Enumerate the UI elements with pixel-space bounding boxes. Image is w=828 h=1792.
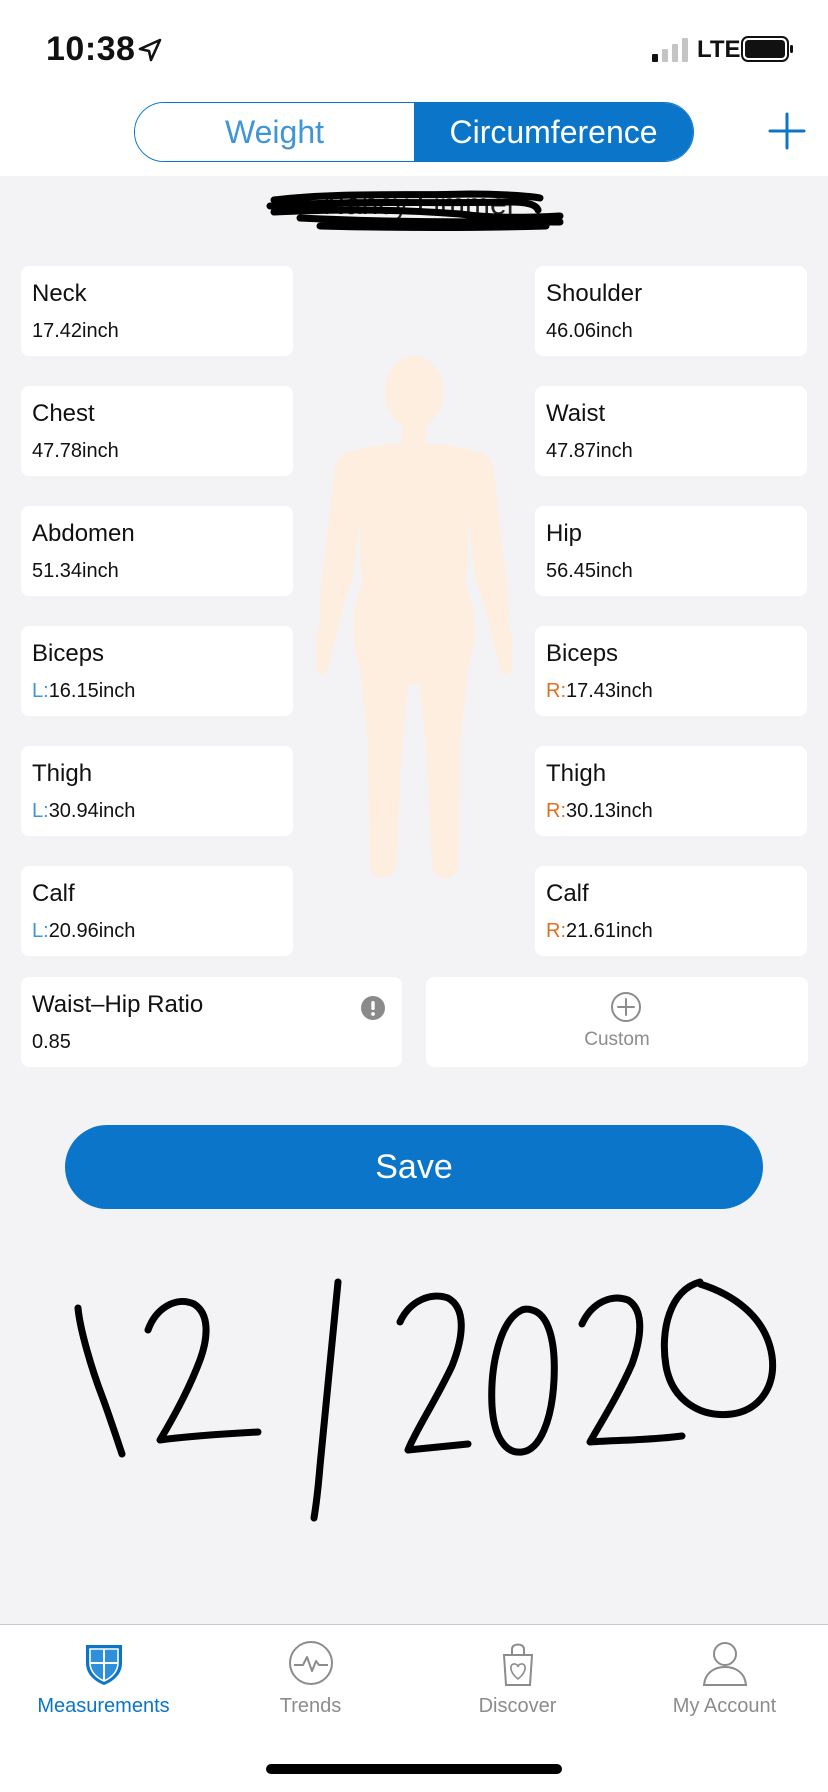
calf-right-value: R:21.61inch [546,920,653,943]
card-thigh-right[interactable]: Thigh R:30.13inch [535,746,807,836]
location-arrow-icon [138,38,162,62]
signal-bars-icon [652,38,688,62]
status-bar: 10:38 LTE [0,0,828,100]
biceps-left-number: 16.15inch [48,680,136,702]
custom-label: Custom [584,1029,650,1050]
card-biceps-left[interactable]: Biceps L:16.15inch [21,626,293,716]
waist-hip-ratio-label: Waist–Hip Ratio [32,991,204,1018]
info-icon[interactable] [360,995,386,1021]
tab-my-account[interactable]: My Account [621,1639,828,1718]
tab-measurements-label: Measurements [37,1695,170,1717]
biceps-left-label: Biceps [32,640,105,667]
custom-button[interactable]: Custom [426,977,808,1067]
left-prefix: L: [32,680,49,702]
thigh-left-value: L:30.94inch [32,800,135,823]
tab-trends-label: Trends [279,1695,342,1717]
left-prefix: L: [32,920,49,942]
profile-name-area: Nancy Limmer [260,188,580,238]
tab-circumference[interactable]: Circumference [414,103,693,161]
tab-discover[interactable]: Discover [414,1639,621,1718]
card-calf-left[interactable]: Calf L:20.96inch [21,866,293,956]
card-chest[interactable]: Chest 47.78inch [21,386,293,476]
biceps-left-value: L:16.15inch [32,680,135,703]
thigh-left-number: 30.94inch [48,800,136,822]
shield-icon [85,1645,122,1685]
chest-value: 47.78inch [32,440,119,462]
thigh-right-label: Thigh [546,760,607,787]
neck-label: Neck [32,280,87,307]
user-icon [702,1642,747,1686]
home-indicator [266,1764,562,1774]
status-time: 10:38 [46,30,136,68]
tab-weight[interactable]: Weight [135,103,414,161]
waist-value: 47.87inch [546,440,633,462]
thigh-left-label: Thigh [32,760,93,787]
card-shoulder[interactable]: Shoulder 46.06inch [535,266,807,356]
calf-left-number: 20.96inch [48,920,136,942]
card-biceps-right[interactable]: Biceps R:17.43inch [535,626,807,716]
left-prefix: L: [32,800,49,822]
card-neck[interactable]: Neck 17.42inch [21,266,293,356]
handwritten-date [74,1278,777,1522]
calf-left-label: Calf [32,880,75,907]
body-silhouette-icon [316,356,512,878]
shopping-bag-icon [502,1643,533,1686]
tab-trends[interactable]: Trends [207,1639,414,1718]
plus-circle-icon [611,992,641,1022]
hip-label: Hip [546,520,583,547]
abdomen-value: 51.34inch [32,560,119,582]
card-calf-right[interactable]: Calf R:21.61inch [535,866,807,956]
battery-icon [741,36,793,62]
biceps-right-value: R:17.43inch [546,680,653,703]
shoulder-label: Shoulder [546,280,643,307]
calf-right-number: 21.61inch [566,920,653,942]
right-prefix: R: [546,800,566,822]
thigh-right-value: R:30.13inch [546,800,653,823]
biceps-right-number: 17.43inch [566,680,653,702]
heartbeat-icon [288,1641,333,1685]
card-waist[interactable]: Waist 47.87inch [535,386,807,476]
carrier-label: LTE [697,36,741,63]
right-prefix: R: [546,680,566,702]
waist-label: Waist [546,400,606,427]
thigh-right-number: 30.13inch [566,800,653,822]
card-waist-hip-ratio[interactable]: Waist–Hip Ratio 0.85 [21,977,402,1067]
plus-icon[interactable] [766,110,808,152]
abdomen-label: Abdomen [32,520,135,547]
hip-value: 56.45inch [546,560,633,582]
waist-hip-ratio-value: 0.85 [32,1031,71,1053]
card-abdomen[interactable]: Abdomen 51.34inch [21,506,293,596]
tab-my-account-label: My Account [672,1695,777,1717]
tab-measurements[interactable]: Measurements [0,1639,207,1718]
save-button[interactable]: Save [65,1125,763,1209]
card-hip[interactable]: Hip 56.45inch [535,506,807,596]
calf-left-value: L:20.96inch [32,920,135,943]
redaction-scribble [266,190,564,231]
segmented-control: Weight Circumference [134,102,694,162]
right-prefix: R: [546,920,566,942]
biceps-right-label: Biceps [546,640,619,667]
card-thigh-left[interactable]: Thigh L:30.94inch [21,746,293,836]
chest-label: Chest [32,400,95,427]
neck-value: 17.42inch [32,320,119,342]
nav-bar: Weight Circumference [0,100,828,176]
shoulder-value: 46.06inch [546,320,633,342]
calf-right-label: Calf [546,880,589,907]
tab-discover-label: Discover [478,1695,557,1717]
